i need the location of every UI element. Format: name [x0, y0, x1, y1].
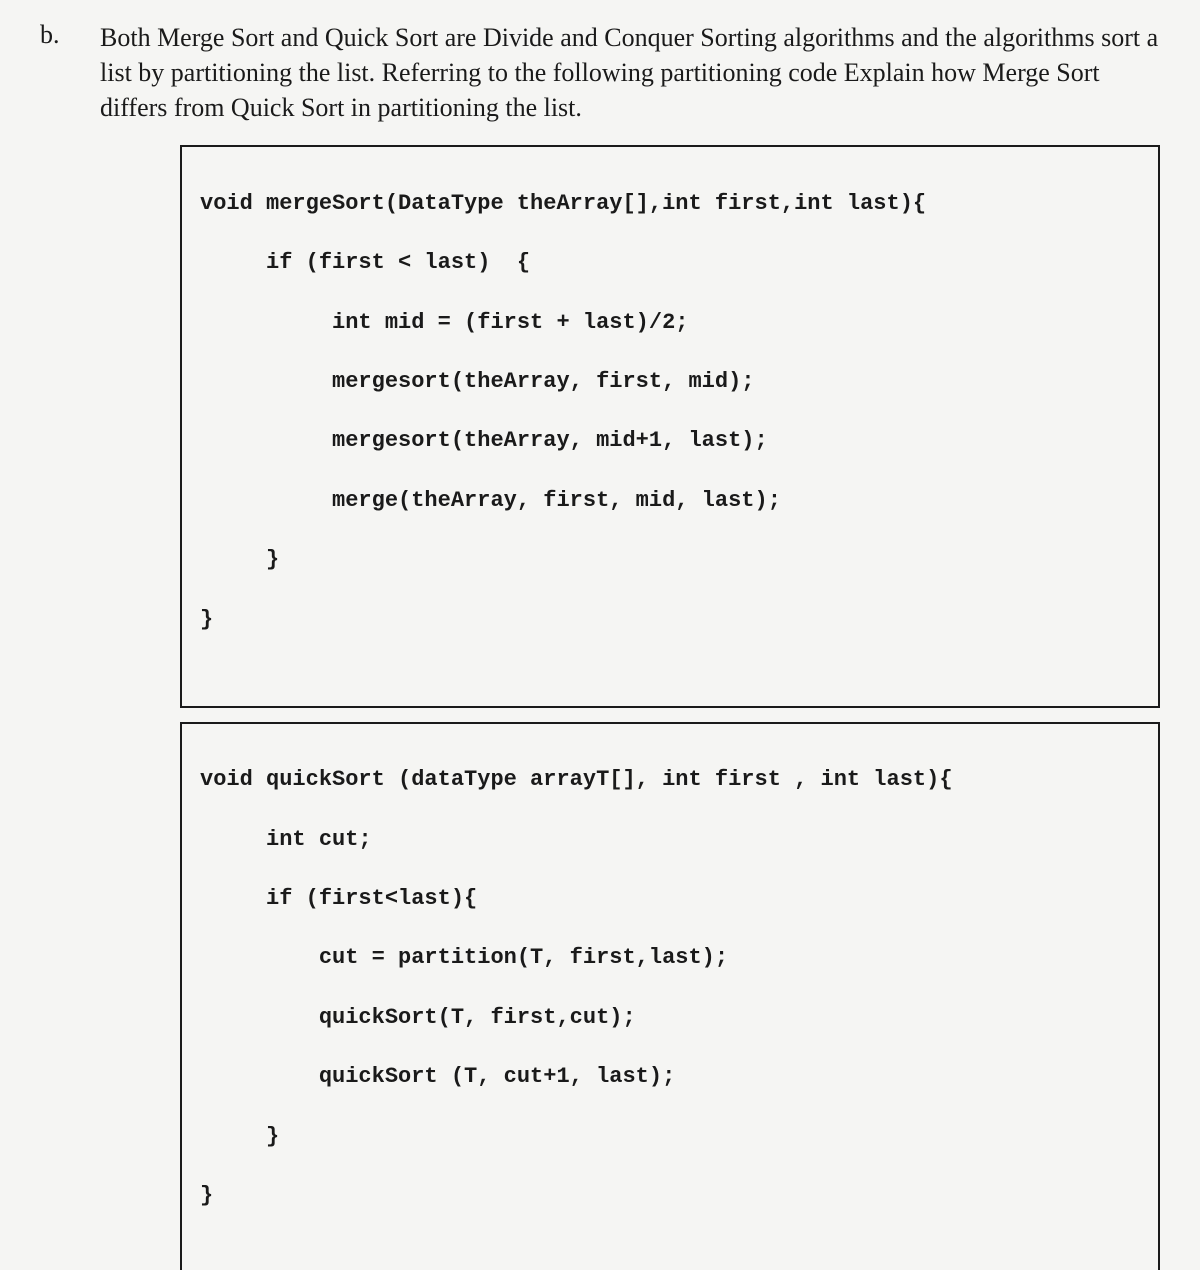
code-line: void mergeSort(DataType theArray[],int f…: [200, 189, 1140, 219]
code-line: }: [200, 545, 1140, 575]
code-line: quickSort(T, first,cut);: [200, 1003, 1140, 1033]
code-line: }: [200, 1181, 1140, 1211]
question-text: Both Merge Sort and Quick Sort are Divid…: [100, 20, 1160, 125]
code-line: cut = partition(T, first,last);: [200, 943, 1140, 973]
question-content: Both Merge Sort and Quick Sort are Divid…: [100, 20, 1160, 1270]
code-line: if (first<last){: [200, 884, 1140, 914]
code-line: quickSort (T, cut+1, last);: [200, 1062, 1140, 1092]
quicksort-code-block: void quickSort (dataType arrayT[], int f…: [180, 722, 1160, 1270]
code-line: mergesort(theArray, mid+1, last);: [200, 426, 1140, 456]
code-line: mergesort(theArray, first, mid);: [200, 367, 1140, 397]
question-container: b. Both Merge Sort and Quick Sort are Di…: [40, 20, 1160, 1270]
code-line: }: [200, 605, 1140, 635]
code-line: void quickSort (dataType arrayT[], int f…: [200, 765, 1140, 795]
question-label: b.: [40, 20, 70, 1270]
code-line: int cut;: [200, 825, 1140, 855]
code-line: }: [200, 1122, 1140, 1152]
code-line: merge(theArray, first, mid, last);: [200, 486, 1140, 516]
code-line: if (first < last) {: [200, 248, 1140, 278]
mergesort-code-block: void mergeSort(DataType theArray[],int f…: [180, 145, 1160, 707]
code-line: int mid = (first + last)/2;: [200, 308, 1140, 338]
